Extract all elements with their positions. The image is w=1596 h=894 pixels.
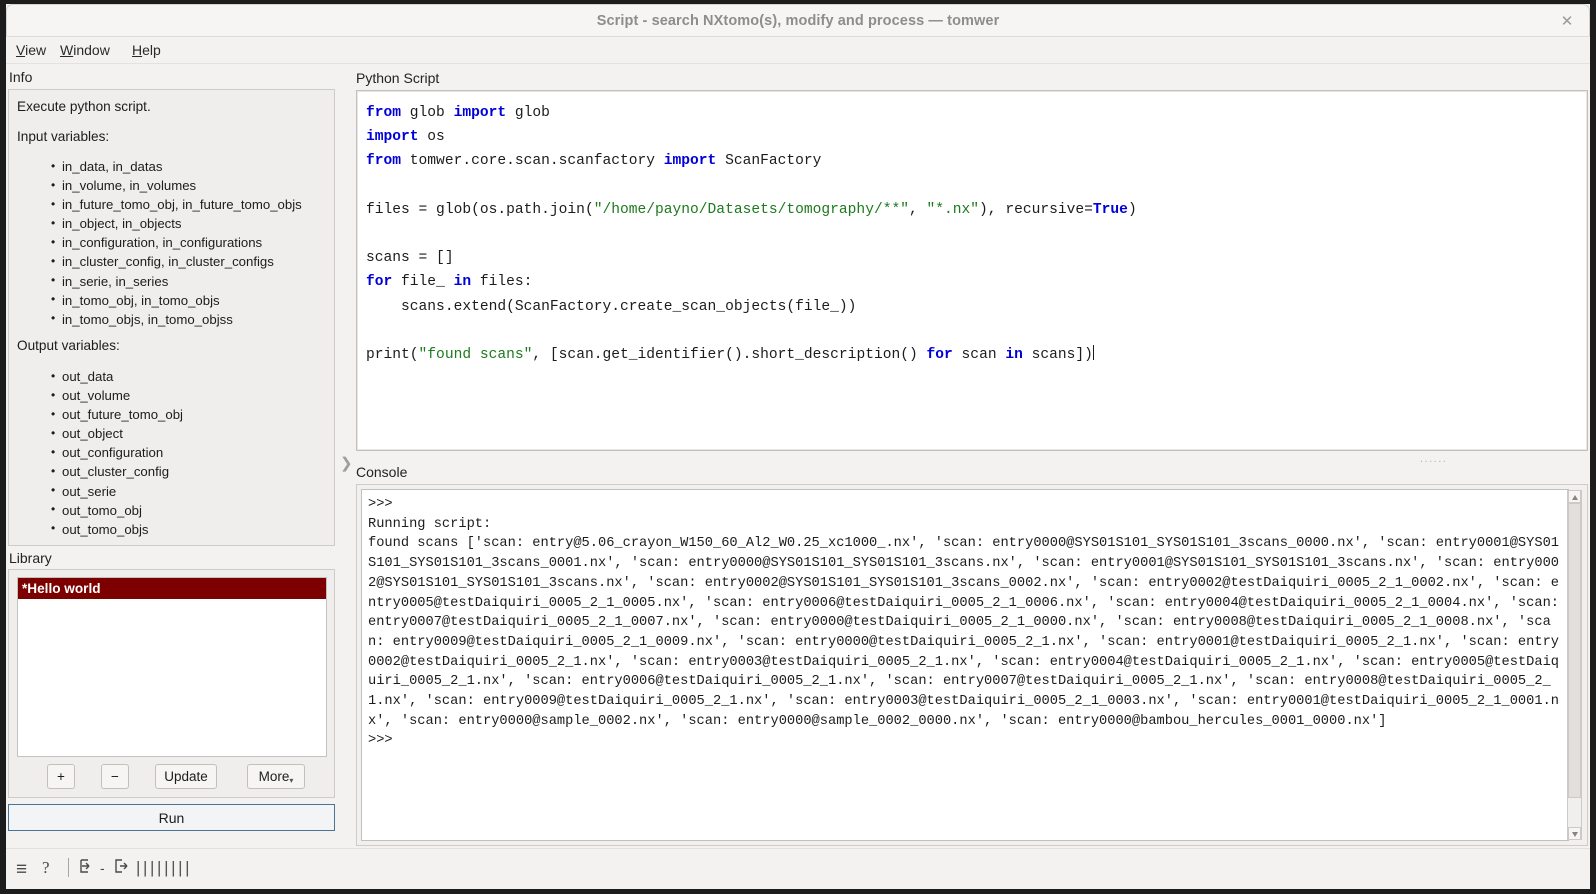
window-edge-left	[0, 0, 6, 894]
output-signal-icon[interactable]	[114, 858, 132, 878]
info-description: Execute python script.	[17, 99, 151, 114]
input-arrow-svg	[80, 859, 90, 873]
library-list[interactable]: *Hello world	[17, 577, 327, 757]
code-string: "*.nx"	[926, 201, 980, 218]
code-string: "/home/payno/Datasets/tomography/**"	[593, 201, 909, 218]
output-variable-item: out_future_tomo_obj	[51, 405, 183, 424]
python-script-label: Python Script	[356, 70, 440, 86]
info-input-heading: Input variables:	[17, 129, 110, 144]
input-variable-item: in_future_tomo_obj, in_future_tomo_objs	[51, 195, 302, 214]
window-edge-bottom	[0, 889, 1596, 894]
output-variable-item: out_object	[51, 424, 183, 443]
input-variable-item: in_object, in_objects	[51, 214, 302, 233]
console-label: Console	[356, 464, 408, 480]
output-variable-list: out_dataout_volumeout_future_tomo_objout…	[51, 366, 183, 539]
library-remove-button[interactable]: −	[101, 764, 129, 789]
library-panel: *Hello world + − Update More▾	[8, 569, 335, 798]
input-variable-list: in_data, in_datasin_volume, in_volumesin…	[51, 156, 302, 329]
output-variable-item: out_volume	[51, 386, 183, 405]
code-string: "found scans"	[418, 347, 533, 364]
window-title: Script - search NXtomo(s), modify and pr…	[596, 13, 1000, 29]
application-window: Script - search NXtomo(s), modify and pr…	[0, 0, 1596, 894]
panel-splitter[interactable]: ❯	[338, 89, 353, 831]
signal-bars-icon: ||||||||	[136, 858, 193, 877]
code-keyword: in	[1005, 347, 1023, 364]
python-script-editor[interactable]: from glob import glob import os from tom…	[356, 90, 1588, 451]
code-keyword: in	[453, 274, 472, 291]
library-add-button[interactable]: +	[47, 764, 75, 789]
output-variable-item: out_data	[51, 366, 183, 386]
output-arrow-svg	[115, 859, 128, 873]
output-variable-item: out_configuration	[51, 443, 183, 462]
code-keyword: from	[366, 153, 402, 170]
status-bar: ≡ ? - ||||||||	[6, 848, 1590, 888]
menu-item-help[interactable]: Help	[128, 40, 165, 60]
library-update-button[interactable]: Update	[155, 764, 217, 789]
input-signal-icon[interactable]	[79, 858, 97, 878]
input-variable-item: in_volume, in_volumes	[51, 176, 302, 195]
code-keyword: import	[453, 105, 507, 121]
input-variable-item: in_configuration, in_configurations	[51, 233, 302, 252]
menu-bar: View Window Help	[6, 37, 1590, 63]
code-keyword: for	[366, 274, 393, 291]
menu-item-view[interactable]: View	[12, 40, 50, 60]
horizontal-splitter-grip[interactable]: ......	[1420, 454, 1447, 465]
input-variable-item: in_serie, in_series	[51, 271, 302, 291]
output-variable-item: out_serie	[51, 481, 183, 501]
info-output-heading: Output variables:	[17, 338, 120, 353]
run-button[interactable]: Run	[8, 804, 335, 831]
status-dash-label: -	[100, 860, 105, 876]
code-keyword: True	[1092, 201, 1128, 218]
input-variable-item: in_cluster_config, in_cluster_configs	[51, 252, 302, 271]
console-output-text: >>> Running script: found scans ['scan: …	[368, 497, 1560, 749]
input-variable-item: in_data, in_datas	[51, 156, 302, 176]
library-more-label: More	[258, 768, 290, 784]
status-bar-divider	[68, 858, 69, 877]
input-variable-item: in_tomo_objs, in_tomo_objss	[51, 309, 302, 329]
info-section-label: Info	[9, 69, 33, 85]
console-output-view[interactable]: >>> Running script: found scans ['scan: …	[361, 489, 1569, 841]
text-cursor	[1092, 345, 1094, 361]
code-keyword: from	[366, 105, 402, 121]
python-script-text-area[interactable]: from glob import glob import os from tom…	[357, 91, 1587, 450]
code-keyword: for	[926, 347, 953, 364]
menu-bar-divider	[6, 63, 1590, 64]
hamburger-menu-icon[interactable]: ≡	[16, 860, 27, 879]
input-variable-item: in_tomo_obj, in_tomo_objs	[51, 290, 302, 310]
menu-item-window[interactable]: Window	[56, 40, 114, 60]
window-edge-right	[1590, 0, 1596, 894]
title-bar: Script - search NXtomo(s), modify and pr…	[6, 4, 1590, 37]
chevron-right-icon[interactable]: ❯	[340, 456, 353, 471]
python-source-code: from glob import glob import os from tom…	[366, 105, 1137, 364]
chevron-down-icon: ▾	[289, 775, 294, 785]
output-variable-item: out_cluster_config	[51, 462, 183, 481]
scrollbar-thumb[interactable]	[1568, 503, 1581, 798]
scroll-up-icon[interactable]	[1568, 490, 1581, 503]
output-variable-item: out_tomo_obj	[51, 500, 183, 520]
scroll-down-icon[interactable]	[1568, 827, 1581, 840]
library-more-button[interactable]: More▾	[247, 764, 305, 789]
info-panel: Execute python script. Input variables: …	[8, 89, 335, 546]
library-section-label: Library	[9, 550, 52, 566]
close-icon[interactable]: ✕	[1557, 12, 1577, 32]
output-variable-item: out_tomo_objs	[51, 519, 183, 539]
console-panel: >>> Running script: found scans ['scan: …	[356, 484, 1588, 846]
help-icon[interactable]: ?	[42, 859, 50, 876]
console-scrollbar[interactable]	[1567, 490, 1582, 840]
code-keyword: import	[366, 129, 419, 146]
library-list-item[interactable]: *Hello world	[18, 578, 326, 599]
code-keyword: import	[663, 153, 717, 170]
